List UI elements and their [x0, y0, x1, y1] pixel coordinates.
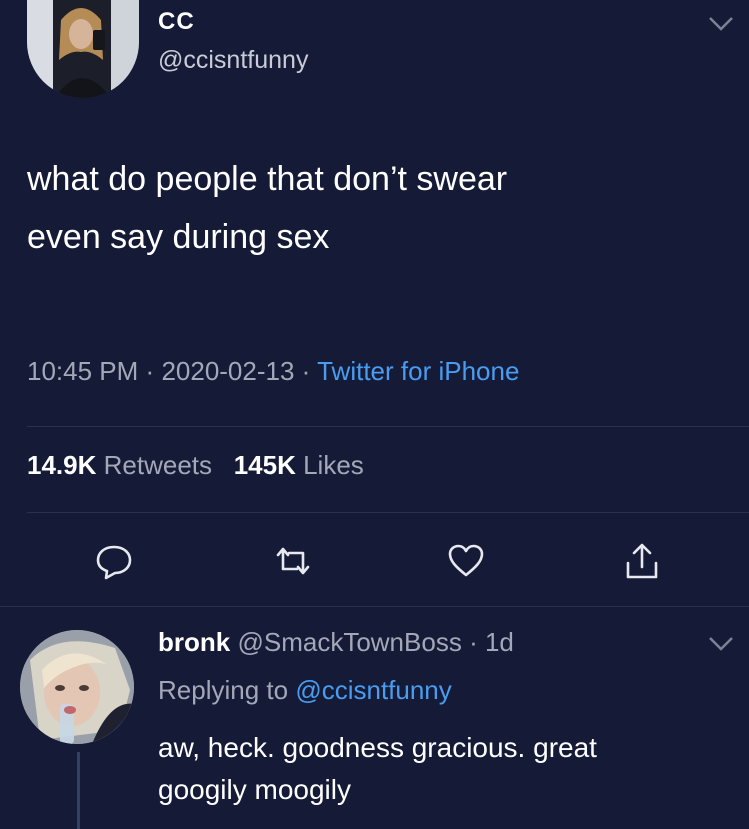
reply-age: 1d: [484, 627, 514, 657]
tweet-text-line: what do people that don’t swear: [27, 160, 508, 198]
meta-separator: ·: [145, 356, 155, 386]
like-button[interactable]: [446, 541, 486, 581]
retweet-label: Retweets: [103, 450, 213, 480]
tweet-text: what do people that don’t swear even say…: [27, 150, 707, 266]
replying-prefix: Replying to: [158, 675, 289, 705]
reply-header: bronk @SmackTownBoss · 1d: [158, 627, 514, 658]
author-handle[interactable]: @ccisntfunny: [158, 46, 308, 75]
profile-photo: [20, 630, 134, 744]
tweet-stats: 14.9K Retweets 145K Likes: [27, 450, 364, 481]
retweet-icon: [276, 547, 310, 575]
tweet-meta: 10:45 PM · 2020-02-13 · Twitter for iPho…: [27, 356, 519, 387]
share-button[interactable]: [622, 541, 662, 581]
reply-author-avatar[interactable]: [20, 630, 134, 744]
retweet-count: 14.9K: [27, 450, 97, 480]
like-count: 145K: [233, 450, 296, 480]
meta-separator: ·: [301, 356, 311, 386]
retweets-stat[interactable]: 14.9K Retweets: [27, 450, 212, 480]
share-icon: [626, 543, 658, 579]
like-label: Likes: [303, 450, 364, 480]
replying-handle-link[interactable]: @ccisntfunny: [295, 675, 451, 705]
chevron-down-icon[interactable]: [708, 636, 734, 652]
reply-text-line: googily moogily: [158, 774, 351, 805]
tweet-text-line: even say during sex: [27, 218, 330, 256]
retweet-button[interactable]: [273, 541, 313, 581]
reply-text-line: aw, heck. goodness gracious. great: [158, 732, 597, 763]
reply-button[interactable]: [94, 541, 134, 581]
tweet-screen: CC @ccisntfunny what do people that don’…: [0, 0, 749, 829]
author-avatar[interactable]: [27, 0, 139, 98]
tweet-source-link[interactable]: Twitter for iPhone: [317, 356, 519, 386]
reply-icon: [96, 545, 132, 580]
reply-author-name[interactable]: bronk: [158, 627, 230, 657]
tweet-time: 10:45 PM: [27, 356, 139, 386]
reply-text: aw, heck. goodness gracious. great googi…: [158, 727, 728, 811]
meta-separator: ·: [469, 627, 478, 657]
replying-to: Replying to @ccisntfunny: [158, 675, 452, 706]
thread-line: [77, 752, 80, 829]
divider: [27, 512, 749, 513]
author-name[interactable]: CC: [158, 8, 195, 36]
tweet-date: 2020-02-13: [161, 356, 295, 386]
reply-author-handle[interactable]: @SmackTownBoss: [237, 627, 461, 657]
divider: [0, 606, 749, 607]
like-icon: [448, 544, 484, 577]
profile-photo: [27, 0, 139, 98]
likes-stat[interactable]: 145K Likes: [234, 450, 364, 480]
chevron-down-icon[interactable]: [708, 16, 734, 32]
divider: [27, 426, 749, 427]
